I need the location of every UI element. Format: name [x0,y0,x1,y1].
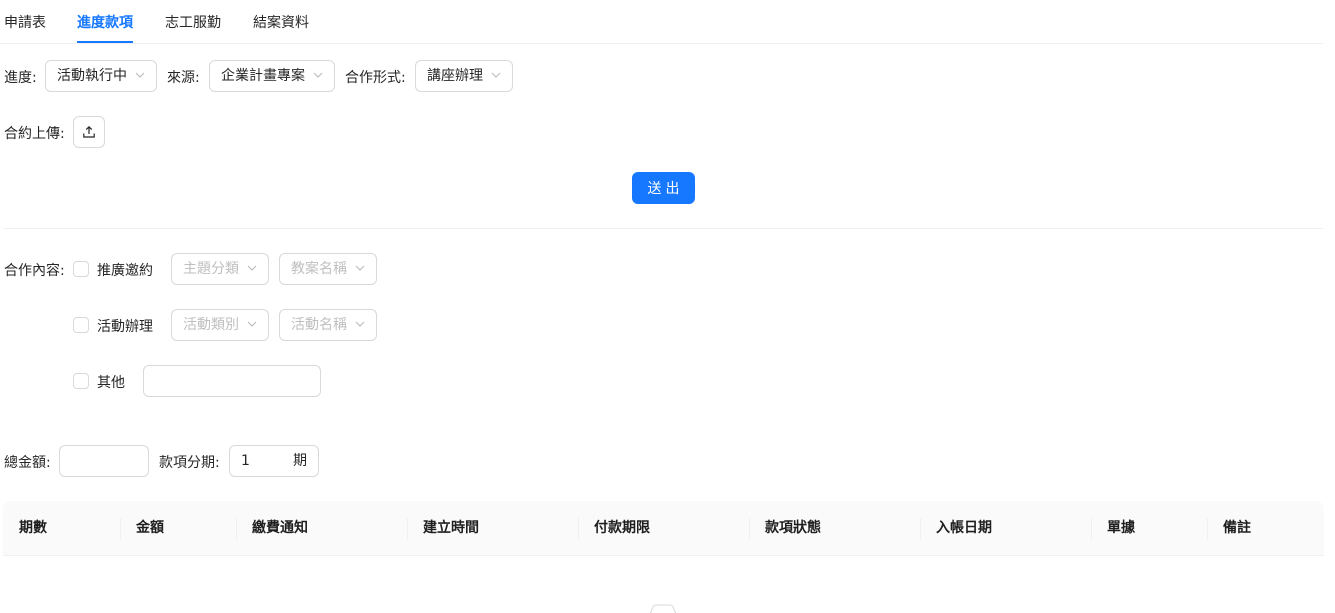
payment-table: 期數 金額 繳費通知 建立時間 付款期限 款項狀態 入帳日期 單據 備註 [3,501,1324,613]
column-separator [1207,518,1208,540]
installments-unit: 期 [293,453,307,469]
tab-bar: 申請表 進度款項 志工服勤 結案資料 [0,0,1323,44]
event-category-select[interactable]: 活動類別 [171,309,269,341]
event-hosting-checkbox[interactable] [73,317,89,333]
column-header-remarks: 備註 [1223,520,1251,536]
tab-application-form[interactable]: 申請表 [4,12,46,32]
installments-input[interactable]: 1 期 [229,445,319,477]
empty-data-icon [643,601,683,613]
column-separator [120,518,121,540]
event-category-placeholder: 活動類別 [183,317,239,333]
chevron-down-icon [312,61,324,91]
topic-category-select[interactable]: 主題分類 [171,253,269,285]
cooperation-form-select[interactable]: 講座辦理 [415,60,513,92]
lesson-plan-placeholder: 教案名稱 [291,261,347,277]
promotion-invitation-label: 推廣邀約 [97,263,153,279]
progress-select[interactable]: 活動執行中 [45,60,157,92]
column-separator [1091,518,1092,540]
table-header: 期數 金額 繳費通知 建立時間 付款期限 款項狀態 入帳日期 單據 備註 [3,501,1324,556]
column-header-payment-deadline: 付款期限 [594,520,650,536]
section-divider [4,228,1323,229]
column-header-receipt: 單據 [1107,520,1135,536]
column-header-posting-date: 入帳日期 [936,520,992,536]
column-header-payment-status: 款項狀態 [765,520,821,536]
progress-select-value: 活動執行中 [57,68,127,84]
column-header-payment-notice: 繳費通知 [252,520,308,536]
other-input[interactable] [143,365,321,397]
topic-category-placeholder: 主題分類 [183,261,239,277]
column-separator [236,518,237,540]
column-separator [578,518,579,540]
source-select[interactable]: 企業計畫專案 [209,60,335,92]
tab-volunteer-service[interactable]: 志工服勤 [165,12,221,32]
other-label: 其他 [97,375,125,391]
column-header-created-time: 建立時間 [423,520,479,536]
installments-value: 1 [241,453,250,469]
column-header-period: 期數 [19,520,47,536]
column-separator [749,518,750,540]
chevron-down-icon [246,254,258,284]
installments-label: 款項分期: [159,455,220,471]
event-hosting-label: 活動辦理 [97,319,153,335]
chevron-down-icon [246,310,258,340]
active-tab-indicator [77,41,133,43]
contract-upload-label: 合約上傳: [4,126,65,142]
source-label: 來源: [167,70,200,86]
cooperation-form-label: 合作形式: [345,70,406,86]
column-separator [920,518,921,540]
chevron-down-icon [354,310,366,340]
total-amount-label: 總金額: [4,455,51,471]
tab-progress-payments[interactable]: 進度款項 [77,12,133,32]
contract-upload-button[interactable] [73,116,105,148]
other-checkbox[interactable] [73,373,89,389]
event-name-placeholder: 活動名稱 [291,317,347,333]
promotion-invitation-checkbox[interactable] [73,261,89,277]
chevron-down-icon [490,61,502,91]
submit-button[interactable]: 送出 [632,172,695,204]
chevron-down-icon [134,61,146,91]
source-select-value: 企業計畫專案 [221,68,305,84]
chevron-down-icon [354,254,366,284]
upload-icon [82,125,96,139]
column-separator [407,518,408,540]
cooperation-form-select-value: 講座辦理 [427,68,483,84]
tab-closing-data[interactable]: 結案資料 [253,12,309,32]
total-amount-input[interactable] [59,445,149,477]
cooperation-content-label: 合作內容: [4,263,65,279]
column-header-amount: 金額 [136,520,164,536]
lesson-plan-select[interactable]: 教案名稱 [279,253,377,285]
event-name-select[interactable]: 活動名稱 [279,309,377,341]
progress-label: 進度: [4,70,37,86]
